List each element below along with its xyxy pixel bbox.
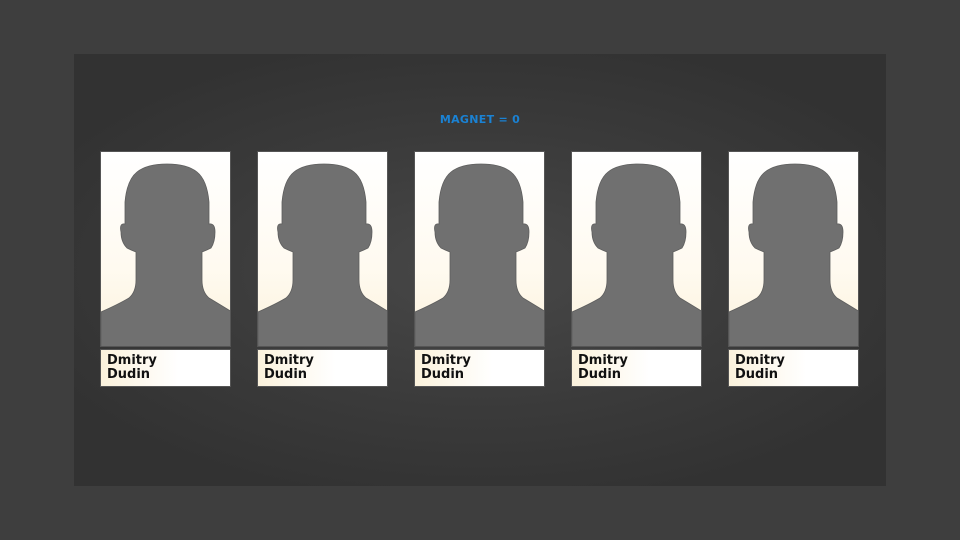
person-silhouette-icon — [729, 163, 858, 346]
last-name: Dudin — [421, 367, 465, 382]
profile-name: Dmitry Dudin — [728, 349, 859, 387]
profile-card[interactable]: Dmitry Dudin — [257, 151, 388, 387]
first-name: Dmitry — [735, 353, 785, 368]
profile-card[interactable]: Dmitry Dudin — [728, 151, 859, 387]
person-silhouette-icon — [415, 163, 544, 346]
last-name: Dudin — [264, 367, 308, 382]
first-name: Dmitry — [107, 353, 157, 368]
profile-card[interactable]: Dmitry Dudin — [414, 151, 545, 387]
person-silhouette-icon — [258, 163, 387, 346]
person-silhouette-icon — [101, 163, 230, 346]
profile-photo — [571, 151, 702, 347]
profile-card[interactable]: Dmitry Dudin — [100, 151, 231, 387]
last-name: Dudin — [578, 367, 622, 382]
first-name: Dmitry — [578, 353, 628, 368]
person-silhouette-icon — [572, 163, 701, 346]
last-name: Dudin — [107, 367, 151, 382]
first-name: Dmitry — [264, 353, 314, 368]
last-name: Dudin — [735, 367, 779, 382]
profile-photo — [414, 151, 545, 347]
profile-photo — [728, 151, 859, 347]
profile-name: Dmitry Dudin — [100, 349, 231, 387]
profile-name: Dmitry Dudin — [414, 349, 545, 387]
profile-card[interactable]: Dmitry Dudin — [571, 151, 702, 387]
magnet-label: MAGNET = 0 — [439, 113, 521, 126]
profile-photo — [257, 151, 388, 347]
first-name: Dmitry — [421, 353, 471, 368]
profile-photo — [100, 151, 231, 347]
profile-name: Dmitry Dudin — [571, 349, 702, 387]
profile-name: Dmitry Dudin — [257, 349, 388, 387]
